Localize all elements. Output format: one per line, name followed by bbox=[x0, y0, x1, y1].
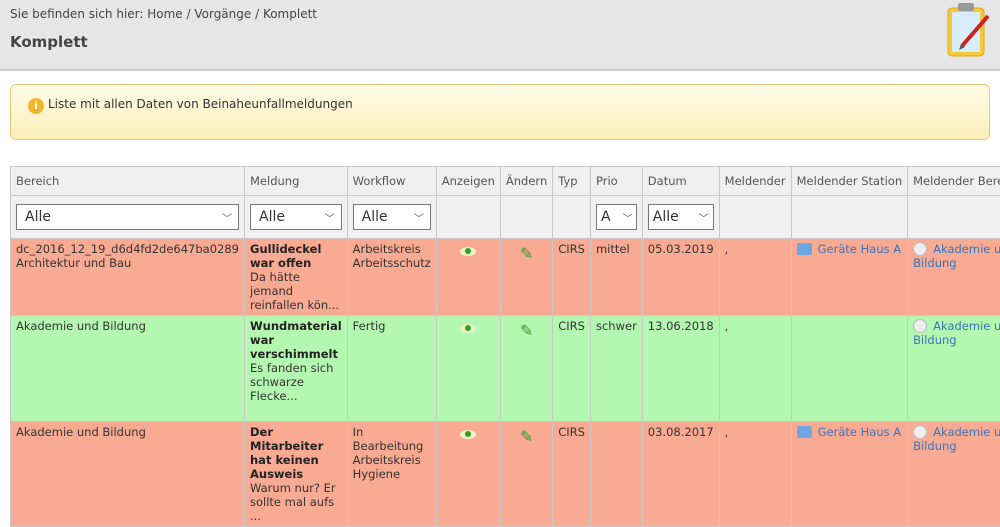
meldung-title: Gullideckel war offen bbox=[250, 242, 321, 270]
bereich-cell: Akademie und Bildung bbox=[11, 316, 245, 422]
col-prio[interactable]: Prio bbox=[590, 167, 642, 196]
info-icon: i bbox=[28, 98, 44, 114]
aendern-cell: ✎ bbox=[500, 239, 552, 316]
workflow-filter-value: Alle bbox=[362, 209, 388, 225]
chevron-down-icon: ﹀ bbox=[699, 210, 709, 225]
meldung-text: Warum nur? Er sollte mal aufs ... bbox=[250, 481, 342, 523]
clipboard-pencil-icon[interactable] bbox=[944, 2, 992, 58]
meldung-title: Der Mitarbeiter hat keinen Ausweis bbox=[250, 425, 323, 481]
circle-icon bbox=[913, 242, 927, 256]
workflow-cell: In Bearbeitung Arbeitskreis Hygiene bbox=[347, 422, 436, 527]
workflow-cell: Arbeitskreis Arbeitsschutz bbox=[347, 239, 436, 316]
meldender-bereich-cell: Akademie und Bildung bbox=[908, 422, 1000, 527]
header-row: Bereich Meldung Workflow Anzeigen Ändern… bbox=[11, 167, 1000, 196]
col-meldender[interactable]: Meldender bbox=[719, 167, 791, 196]
bereich-filter[interactable]: Alle ﹀ bbox=[16, 204, 239, 230]
meldung-filter-value: Alle bbox=[259, 209, 285, 225]
pencil-icon[interactable]: ✎ bbox=[520, 321, 533, 340]
datum-filter[interactable]: Alle ﹀ bbox=[648, 204, 714, 230]
col-datum[interactable]: Datum bbox=[642, 167, 719, 196]
station-cell bbox=[791, 316, 908, 422]
page-header: Sie befinden sich hier: Home / Vorgänge … bbox=[0, 0, 1000, 71]
bed-icon bbox=[797, 243, 812, 255]
typ-cell: CIRS bbox=[553, 316, 591, 422]
info-box: i Liste mit allen Daten von Beinaheunfal… bbox=[10, 84, 990, 140]
aendern-cell: ✎ bbox=[500, 422, 552, 527]
breadcrumb: Sie befinden sich hier: Home / Vorgänge … bbox=[10, 7, 317, 21]
table-row[interactable]: Akademie und Bildung Der Mitarbeiter hat… bbox=[11, 422, 1000, 527]
col-workflow[interactable]: Workflow bbox=[347, 167, 436, 196]
chevron-down-icon: ﹀ bbox=[414, 210, 424, 225]
station-link[interactable]: Geräte Haus A bbox=[818, 242, 902, 256]
bereich-line2: Architektur und Bau bbox=[16, 256, 239, 270]
bed-icon bbox=[797, 426, 812, 438]
eye-icon[interactable] bbox=[460, 324, 476, 333]
meldender-bereich-cell: Akademie und Bildung bbox=[908, 239, 1000, 316]
meldender-bereich-cell: Akademie und Bildung bbox=[908, 316, 1000, 422]
bereich-line1: Akademie und Bildung bbox=[16, 319, 239, 333]
meldung-cell: Gullideckel war offenDa hätte jemand rei… bbox=[245, 239, 348, 316]
meldender-cell: , bbox=[719, 239, 791, 316]
circle-icon bbox=[913, 319, 927, 333]
eye-icon[interactable] bbox=[460, 430, 476, 439]
pencil-icon[interactable]: ✎ bbox=[520, 244, 533, 263]
chevron-down-icon: ﹀ bbox=[325, 210, 335, 225]
data-table: Bereich Meldung Workflow Anzeigen Ändern… bbox=[10, 166, 1000, 527]
col-bereich[interactable]: Bereich bbox=[11, 167, 245, 196]
page-title: Komplett bbox=[10, 33, 88, 51]
chevron-down-icon: ﹀ bbox=[623, 210, 633, 225]
meldung-text: Da hätte jemand reinfallen kön... bbox=[250, 270, 342, 312]
anzeigen-cell bbox=[436, 422, 500, 527]
info-text: Liste mit allen Daten von Beinaheunfallm… bbox=[48, 97, 353, 111]
typ-cell: CIRS bbox=[553, 239, 591, 316]
datum-cell: 05.03.2019 bbox=[642, 239, 719, 316]
meldung-cell: Wundmaterial war verschimmeltEs fanden s… bbox=[245, 316, 348, 422]
table-row[interactable]: dc_2016_12_19_d6d4fd2de647ba0289Architek… bbox=[11, 239, 1000, 316]
anzeigen-cell bbox=[436, 239, 500, 316]
bereich-line1: dc_2016_12_19_d6d4fd2de647ba0289 bbox=[16, 242, 239, 256]
bereich-cell: dc_2016_12_19_d6d4fd2de647ba0289Architek… bbox=[11, 239, 245, 316]
meldung-title: Wundmaterial war verschimmelt bbox=[250, 319, 342, 361]
bereich-line1: Akademie und Bildung bbox=[16, 425, 239, 439]
col-anzeigen: Anzeigen bbox=[436, 167, 500, 196]
filter-row: Alle﹀ Alle﹀ Alle﹀ A﹀ Alle﹀ bbox=[11, 196, 1000, 239]
col-meldender-bereich[interactable]: Meldender Bereich bbox=[908, 167, 1000, 196]
meldung-text: Es fanden sich schwarze Flecke... bbox=[250, 361, 342, 403]
datum-cell: 03.08.2017 bbox=[642, 422, 719, 527]
prio-filter[interactable]: A﹀ bbox=[596, 204, 637, 230]
meldung-cell: Der Mitarbeiter hat keinen AusweisWarum … bbox=[245, 422, 348, 527]
bereich-filter-value: Alle bbox=[25, 209, 51, 225]
workflow-filter[interactable]: Alle ﹀ bbox=[353, 204, 431, 230]
aendern-cell: ✎ bbox=[500, 316, 552, 422]
table-row[interactable]: Akademie und Bildung Wundmaterial war ve… bbox=[11, 316, 1000, 422]
chevron-down-icon: ﹀ bbox=[222, 210, 232, 225]
bereich-cell: Akademie und Bildung bbox=[11, 422, 245, 527]
anzeigen-cell bbox=[436, 316, 500, 422]
prio-filter-value: A bbox=[601, 209, 611, 225]
col-aendern: Ändern bbox=[500, 167, 552, 196]
workflow-cell: Fertig bbox=[347, 316, 436, 422]
col-meldung[interactable]: Meldung bbox=[245, 167, 348, 196]
station-cell: Geräte Haus A bbox=[791, 422, 908, 527]
station-link[interactable]: Geräte Haus A bbox=[818, 425, 902, 439]
prio-cell bbox=[590, 422, 642, 527]
datum-cell: 13.06.2018 bbox=[642, 316, 719, 422]
pencil-icon[interactable]: ✎ bbox=[520, 427, 533, 446]
meldender-cell: , bbox=[719, 316, 791, 422]
col-typ[interactable]: Typ bbox=[553, 167, 591, 196]
station-cell: Geräte Haus A bbox=[791, 239, 908, 316]
datum-filter-value: Alle bbox=[653, 209, 679, 225]
meldung-filter[interactable]: Alle ﹀ bbox=[250, 204, 342, 230]
prio-cell: schwer bbox=[590, 316, 642, 422]
meldender-cell: , bbox=[719, 422, 791, 527]
eye-icon[interactable] bbox=[460, 247, 476, 256]
col-meldender-station[interactable]: Meldender Station bbox=[791, 167, 908, 196]
prio-cell: mittel bbox=[590, 239, 642, 316]
typ-cell: CIRS bbox=[553, 422, 591, 527]
circle-icon bbox=[913, 425, 927, 439]
